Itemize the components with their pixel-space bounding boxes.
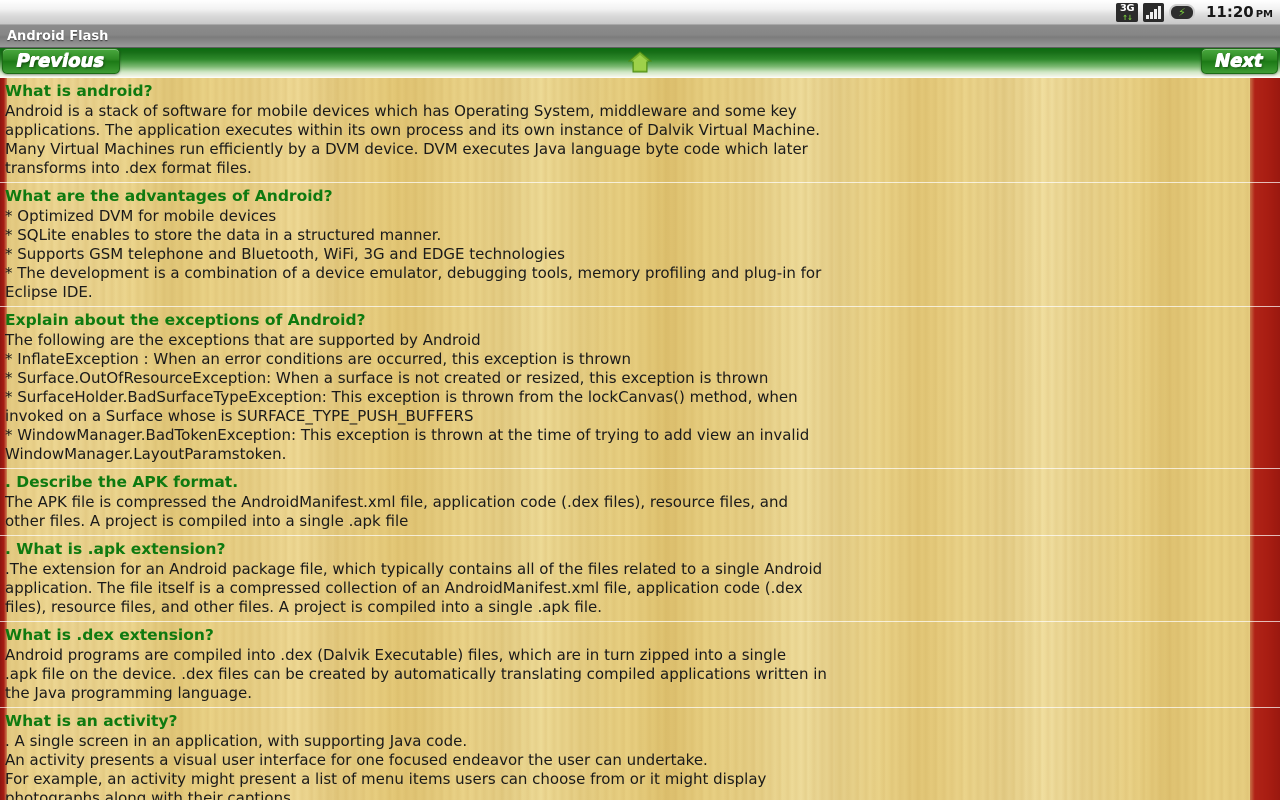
answer-line: files), resource files, and other files.…	[5, 598, 603, 616]
home-icon[interactable]	[627, 51, 653, 73]
qa-section: What is android? Android is a stack of so…	[0, 78, 1280, 182]
question-heading: What is an activity?	[5, 712, 178, 730]
battery-bolt-glyph: ⚡	[1178, 5, 1186, 19]
answer-body: Android programs are compiled into .dex …	[0, 646, 1280, 707]
answer-line: * InflateException : When an error condi…	[5, 350, 632, 368]
qa-section: . Describe the APK format. The APK file i…	[0, 468, 1280, 535]
answer-line: * Optimized DVM for mobile devices	[5, 207, 277, 225]
answer-line: Android programs are compiled into .dex …	[5, 646, 787, 664]
answer-line: . A single screen in an application, wit…	[5, 732, 468, 750]
clock-ampm: PM	[1255, 9, 1273, 20]
answer-line: invoked on a Surface whose is SURFACE_TY…	[5, 407, 474, 425]
android-status-bar: 3G ↑↓ ⚡ 11:20 PM	[0, 0, 1280, 25]
answer-line: * SurfaceHolder.BadSurfaceTypeException:…	[5, 388, 798, 406]
answer-line: * WindowManager.BadTokenException: This …	[5, 426, 810, 444]
network-data-arrows: ↑↓	[1122, 13, 1133, 22]
app-title: Android Flash	[7, 28, 109, 44]
answer-line: transforms into .dex format files.	[5, 159, 252, 177]
answer-line: For example, an activity might present a…	[5, 770, 767, 788]
answer-line: .The extension for an Android package fi…	[5, 560, 823, 578]
answer-body: .The extension for an Android package fi…	[0, 560, 1280, 621]
question-heading: What is android?	[5, 82, 153, 100]
answer-line: * The development is a combination of a …	[5, 264, 822, 282]
answer-line: photographs along with their captions.	[5, 789, 296, 800]
question-heading: . What is .apk extension?	[5, 540, 226, 558]
next-button[interactable]: Next	[1200, 48, 1278, 74]
answer-line: * Surface.OutOfResourceException: When a…	[5, 369, 769, 387]
network-3g-icon: 3G ↑↓	[1115, 2, 1138, 22]
qa-section: . What is .apk extension? .The extension …	[0, 535, 1280, 621]
answer-body: . A single screen in an application, wit…	[0, 732, 1280, 800]
previous-button[interactable]: Previous	[2, 48, 120, 74]
qa-section: What are the advantages of Android? * Opt…	[0, 182, 1280, 306]
status-clock: 11:20 PM	[1206, 3, 1273, 21]
answer-line: WindowManager.LayoutParamstoken.	[5, 445, 287, 463]
question-heading: . Describe the APK format.	[5, 473, 239, 491]
qa-section-list: What is android? Android is a stack of so…	[0, 78, 1280, 800]
qa-section: Explain about the exceptions of Android?…	[0, 306, 1280, 468]
status-icon-group: 3G ↑↓ ⚡ 11:20 PM	[1115, 1, 1273, 23]
answer-line: The following are the exceptions that ar…	[5, 331, 481, 349]
answer-body: * Optimized DVM for mobile devices * SQLi…	[0, 207, 1280, 306]
qa-section: What is .dex extension? Android programs …	[0, 621, 1280, 707]
question-heading: What is .dex extension?	[5, 626, 214, 644]
network-3g-label: 3G	[1119, 2, 1135, 14]
question-heading: What are the advantages of Android?	[5, 187, 333, 205]
answer-line: the Java programming language.	[5, 684, 253, 702]
clock-time: 11:20	[1205, 3, 1254, 21]
answer-body: Android is a stack of software for mobil…	[0, 102, 1280, 182]
answer-line: Android is a stack of software for mobil…	[5, 102, 797, 120]
answer-body: The APK file is compressed the AndroidMa…	[0, 493, 1280, 535]
navigation-bar: Previous Next	[0, 48, 1280, 78]
answer-line: Many Virtual Machines run efficiently by…	[5, 140, 808, 158]
battery-charging-icon: ⚡	[1168, 3, 1195, 21]
answer-line: .apk file on the device. .dex files can …	[5, 665, 827, 683]
answer-line: application. The file itself is a compre…	[5, 579, 803, 597]
answer-line: * Supports GSM telephone and Bluetooth, …	[5, 245, 565, 263]
app-title-bar: Android Flash	[0, 25, 1280, 48]
answer-line: * SQLite enables to store the data in a …	[5, 226, 442, 244]
question-heading: Explain about the exceptions of Android?	[5, 311, 366, 329]
signal-strength-icon	[1142, 2, 1164, 22]
android-screen: 3G ↑↓ ⚡ 11:20PM Android Flash Previous	[0, 0, 1280, 800]
answer-body: The following are the exceptions that ar…	[0, 331, 1280, 468]
qa-section: What is an activity? . A single screen in…	[0, 707, 1280, 800]
answer-line: other files. A project is compiled into …	[5, 512, 409, 530]
flashcard-content-area[interactable]: What is android? Android is a stack of so…	[0, 78, 1280, 800]
answer-line: applications. The application executes w…	[5, 121, 820, 139]
answer-line: Eclipse IDE.	[5, 283, 93, 301]
answer-line: The APK file is compressed the AndroidMa…	[5, 493, 788, 511]
answer-line: An activity presents a visual user inter…	[5, 751, 708, 769]
